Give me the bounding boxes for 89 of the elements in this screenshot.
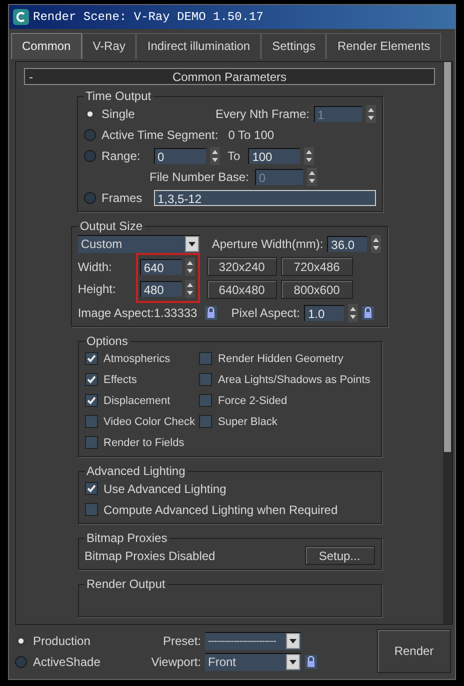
checkbox[interactable] bbox=[84, 503, 98, 516]
field-label: Every Nth Frame: bbox=[215, 106, 310, 120]
radio-label[interactable]: Frames bbox=[102, 190, 150, 204]
group-title: Output Size bbox=[78, 219, 144, 233]
checkbox-label[interactable]: Super Black bbox=[218, 416, 278, 428]
checkbox[interactable] bbox=[199, 394, 212, 407]
group-title: Render Output bbox=[86, 577, 166, 591]
spinner-icon[interactable] bbox=[366, 104, 376, 122]
spinner-icon[interactable] bbox=[184, 280, 195, 298]
checkbox[interactable] bbox=[84, 415, 98, 428]
viewport-dropdown[interactable]: Front bbox=[205, 652, 301, 670]
number-field[interactable]: 640 bbox=[140, 259, 182, 275]
field-label: Viewport: bbox=[150, 654, 201, 668]
size-preset-button[interactable]: 320x240 bbox=[206, 257, 277, 276]
checkbox[interactable] bbox=[199, 373, 212, 386]
radio-label[interactable]: Production bbox=[33, 634, 90, 648]
checkbox-label[interactable]: Force 2-Sided bbox=[218, 394, 288, 406]
image-aspect-text: Image Aspect:1.33333 bbox=[78, 306, 198, 320]
field-label: File Number Base: bbox=[150, 170, 249, 184]
number-field[interactable]: 1.0 bbox=[304, 304, 344, 320]
group-title: Advanced Lighting bbox=[86, 464, 186, 478]
size-preset-button[interactable]: 720x486 bbox=[280, 257, 353, 276]
spinner-icon[interactable] bbox=[210, 146, 220, 164]
field-label: Aperture Width(mm): bbox=[212, 236, 324, 250]
scrollbar-thumb[interactable] bbox=[444, 62, 451, 452]
tab[interactable]: Indirect illumination bbox=[136, 33, 262, 59]
spinner-icon[interactable] bbox=[184, 258, 195, 276]
checkbox[interactable] bbox=[84, 436, 98, 449]
setup-button[interactable]: Setup... bbox=[304, 546, 374, 565]
group-title: Options bbox=[86, 334, 129, 348]
radio-button[interactable] bbox=[84, 192, 96, 204]
field-label: Height: bbox=[78, 282, 117, 296]
checkbox-label[interactable]: Render to Fields bbox=[104, 436, 184, 448]
checkbox[interactable] bbox=[84, 373, 98, 386]
lock-icon[interactable] bbox=[205, 306, 218, 320]
radio-label[interactable]: Single bbox=[102, 106, 135, 120]
checkbox[interactable] bbox=[84, 352, 98, 365]
render-button[interactable]: Render bbox=[377, 629, 451, 673]
field-label: To bbox=[228, 148, 240, 162]
lock-icon[interactable] bbox=[362, 306, 374, 320]
app-icon bbox=[13, 9, 29, 25]
number-field[interactable]: 0 bbox=[154, 148, 206, 164]
radio-label[interactable]: Range: bbox=[102, 148, 150, 162]
preset-dropdown[interactable]: Custom bbox=[78, 234, 200, 252]
spinner-icon[interactable] bbox=[304, 146, 314, 164]
checkbox-label[interactable]: Atmospherics bbox=[104, 352, 170, 364]
checkbox-label[interactable]: Video Color Check bbox=[104, 416, 196, 428]
spinner-icon[interactable] bbox=[371, 234, 382, 252]
checkbox-label[interactable]: Compute Advanced Lighting when Required bbox=[104, 502, 338, 516]
rollout-header[interactable]: - Common Parameters bbox=[24, 68, 435, 85]
window-title: Render Scene: V-Ray DEMO 1.50.17 bbox=[33, 10, 264, 24]
collapse-toggle[interactable]: - bbox=[29, 70, 41, 84]
checkbox[interactable] bbox=[199, 352, 212, 365]
checkbox[interactable] bbox=[84, 394, 98, 407]
radio-button[interactable] bbox=[84, 128, 96, 140]
lock-icon[interactable] bbox=[305, 654, 317, 668]
spinner-icon[interactable] bbox=[348, 304, 358, 322]
radio-label[interactable]: ActiveShade bbox=[33, 654, 100, 668]
radio-label[interactable]: Active Time Segment: bbox=[102, 128, 218, 142]
radio-button[interactable] bbox=[84, 150, 96, 162]
frames-field[interactable]: 1,3,5-12 bbox=[154, 190, 376, 206]
size-preset-button[interactable]: 640x480 bbox=[206, 280, 277, 299]
radio-button[interactable] bbox=[15, 656, 27, 668]
number-field[interactable]: 36.0 bbox=[327, 236, 368, 252]
segment-text: 0 To 100 bbox=[228, 128, 274, 142]
field-label: Pixel Aspect: bbox=[231, 306, 300, 320]
number-field[interactable]: 100 bbox=[248, 148, 300, 164]
field-label: Width: bbox=[78, 260, 113, 274]
tab[interactable]: Render Elements bbox=[326, 33, 442, 59]
checkbox[interactable] bbox=[84, 482, 98, 495]
preset-dropdown[interactable]: ------------------------ bbox=[205, 632, 301, 650]
spinner-icon[interactable] bbox=[306, 168, 317, 186]
checkbox-label[interactable]: Render Hidden Geometry bbox=[218, 352, 344, 364]
checkbox-label[interactable]: Effects bbox=[104, 374, 137, 386]
checkbox-label[interactable]: Displacement bbox=[104, 394, 170, 406]
scrollbar[interactable] bbox=[443, 62, 452, 624]
checkbox-label[interactable]: Area Lights/Shadows as Points bbox=[218, 374, 370, 386]
tab[interactable]: Settings bbox=[261, 33, 326, 59]
group-title: Bitmap Proxies bbox=[86, 531, 168, 545]
rollout-title: Common Parameters bbox=[171, 70, 288, 84]
size-preset-button[interactable]: 800x600 bbox=[280, 280, 353, 299]
field-label: Preset: bbox=[162, 634, 201, 648]
tab[interactable]: Common bbox=[11, 33, 82, 59]
checkbox-label[interactable]: Use Advanced Lighting bbox=[104, 482, 226, 496]
number-field[interactable]: 480 bbox=[140, 281, 182, 297]
checkbox[interactable] bbox=[199, 415, 212, 428]
status-text: Bitmap Proxies Disabled bbox=[84, 548, 216, 562]
tab[interactable]: V-Ray bbox=[82, 33, 136, 59]
group-title: Time Output bbox=[84, 89, 152, 103]
